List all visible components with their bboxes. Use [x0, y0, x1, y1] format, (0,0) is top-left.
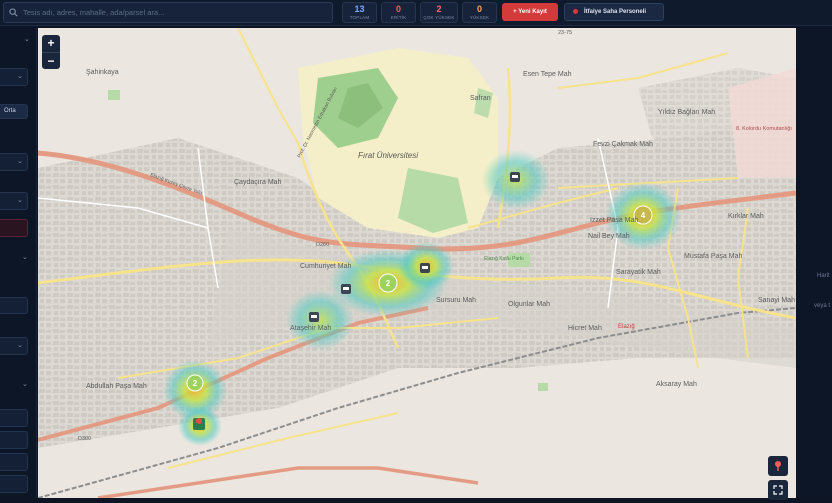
facility-marker[interactable] — [309, 312, 319, 322]
fullscreen-icon — [773, 485, 783, 495]
map-label: Elazığ Kutlu Parkı — [484, 256, 524, 262]
cluster-count: 4 — [641, 211, 646, 220]
list-item[interactable] — [0, 409, 28, 427]
stat-high[interactable]: 0 YÜKSEK — [462, 2, 497, 23]
filter-reset-button[interactable] — [0, 219, 28, 237]
panel-hint-text: Harit — [817, 273, 830, 279]
cluster-count: 2 — [193, 379, 198, 388]
personnel-button[interactable]: İtfaiye Saha Personeli — [564, 3, 664, 21]
map-canvas[interactable]: 2 2 4 Şahinkaya Esen Tepe Mah Safran Pro… — [38, 28, 796, 498]
map-label: Mustafa Paşa Mah — [684, 253, 742, 260]
personnel-label: İtfaiye Saha Personeli — [584, 9, 647, 15]
stat-critical[interactable]: 0 KRİTİK — [381, 2, 416, 23]
map-label: Yıldız Bağları Mah — [658, 109, 715, 116]
section-chevron-icon[interactable]: ⌄ — [22, 253, 28, 261]
chevron-down-icon: ⌄ — [17, 158, 23, 165]
search-box[interactable] — [3, 2, 333, 23]
list-item[interactable] — [0, 475, 28, 493]
map-tiles: 2 2 4 Şahinkaya Esen Tepe Mah Safran Pro… — [38, 28, 796, 498]
new-record-button[interactable]: + Yeni Kayıt — [502, 3, 558, 21]
stat-high-label: YÜKSEK — [469, 15, 490, 20]
map-label: 8. Kolordu Komutanlığı — [736, 126, 792, 132]
right-panel: Harit veya t — [797, 27, 832, 498]
chevron-down-icon: ⌄ — [17, 342, 23, 349]
collapse-chevron-icon[interactable]: ⌄ — [24, 35, 30, 43]
chevron-down-icon: ⌄ — [17, 197, 23, 204]
stat-total-value: 13 — [354, 4, 365, 14]
filter-select-2[interactable]: ⌄ — [0, 153, 28, 171]
top-bar: 13 TOPLAM 0 KRİTİK 2 ÇOK YÜKSEK 0 YÜKSEK… — [0, 0, 832, 26]
stat-critical-value: 0 — [395, 4, 401, 14]
stat-critical-label: KRİTİK — [390, 15, 407, 20]
cluster-count: 2 — [386, 279, 391, 288]
map-label: Fırat Üniversitesi — [358, 151, 418, 160]
zoom-control: + − — [42, 35, 60, 69]
map-label: D260 — [316, 242, 329, 248]
filter-chip-label: Orta — [4, 108, 16, 114]
map-label: Aksaray Mah — [656, 381, 697, 388]
facility-marker[interactable] — [420, 263, 430, 273]
zoom-out-button[interactable]: − — [42, 52, 60, 69]
zoom-in-button[interactable]: + — [42, 35, 60, 52]
map-label: Sursuru Mah — [436, 297, 476, 304]
pin-icon — [775, 461, 781, 471]
locate-button[interactable] — [768, 456, 788, 476]
map-label: 23-75 — [558, 30, 572, 36]
map-label: Fevzi Çakmak Mah — [593, 141, 653, 148]
section-chevron-icon-2[interactable]: ⌄ — [22, 380, 28, 388]
stat-very-high[interactable]: 2 ÇOK YÜKSEK — [420, 2, 458, 23]
facility-marker[interactable] — [341, 284, 351, 294]
map-label: İzzet Paşa Mah — [590, 215, 638, 224]
facility-marker[interactable] — [510, 172, 520, 182]
search-icon — [9, 7, 19, 18]
filter-input-1[interactable] — [0, 297, 28, 314]
facility-marker-highlight[interactable] — [193, 418, 205, 430]
map-label: Hicret Mah — [568, 325, 602, 332]
panel-hint-text-2: veya t — [814, 303, 831, 309]
stat-high-value: 0 — [476, 4, 482, 14]
fullscreen-button[interactable] — [768, 480, 788, 500]
map-label: Olgunlar Mah — [508, 301, 550, 308]
chevron-down-icon: ⌄ — [17, 73, 23, 80]
map-label: Esen Tepe Mah — [523, 71, 572, 78]
filter-select-4[interactable]: ⌄ — [0, 337, 28, 355]
map-label: Sanayi Mah — [758, 297, 795, 304]
map-label: Abdullah Paşa Mah — [86, 383, 147, 390]
stat-very-high-value: 2 — [436, 4, 442, 14]
map-label: D300 — [78, 436, 91, 442]
stat-total-label: TOPLAM — [349, 15, 370, 20]
map-label: Sarayatik Mah — [616, 269, 661, 276]
map-label: Safran — [470, 95, 491, 102]
map-label: Nail Bey Mah — [588, 233, 630, 240]
map-label: Cumhuriyet Mah — [300, 263, 351, 270]
map-label: Elazığ — [618, 324, 635, 330]
filter-select-1[interactable]: ⌄ — [0, 68, 28, 86]
cluster-marker[interactable]: 2 — [378, 273, 398, 293]
list-item[interactable] — [0, 431, 28, 449]
list-item[interactable] — [0, 453, 28, 471]
search-input[interactable] — [23, 8, 323, 17]
left-sidebar: ⌄ ⌄ Orta ⌄ ⌄ ⌄ ⌄ ⌄ — [0, 27, 37, 498]
filter-chip-medium[interactable]: Orta — [0, 104, 28, 119]
cluster-marker[interactable]: 2 — [186, 374, 204, 392]
map-label: Ataşehir Mah — [290, 325, 331, 332]
personnel-status-dot — [573, 8, 578, 14]
map-label: Kırklar Mah — [728, 213, 764, 220]
stat-very-high-label: ÇOK YÜKSEK — [423, 15, 455, 20]
stat-total[interactable]: 13 TOPLAM — [342, 2, 377, 23]
map-label: Şahinkaya — [86, 69, 119, 76]
filter-select-3[interactable]: ⌄ — [0, 192, 28, 210]
map-label: Çaydaçıra Mah — [234, 179, 282, 186]
